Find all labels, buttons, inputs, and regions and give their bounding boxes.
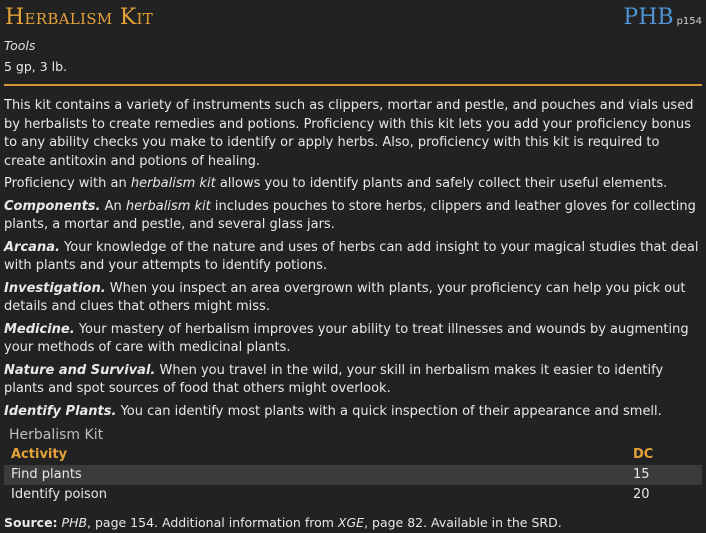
entry-name: Medicine. <box>4 321 75 337</box>
source-text-mid: , page 154. Additional information from <box>87 515 338 530</box>
source-footer: Source: PHB, page 154. Additional inform… <box>4 514 702 533</box>
table-cell-dc: 15 <box>626 465 702 485</box>
source-label: Source: <box>4 515 58 530</box>
entry-name: Arcana. <box>4 239 60 255</box>
proficiency-text-post: allows you to identify plants and safely… <box>215 176 668 191</box>
entry-medicine: Medicine. Your mastery of herbalism impr… <box>4 321 702 358</box>
entry-text: When you inspect an area overgrown with … <box>4 280 686 315</box>
statblock-header: Herbalism Kit PHB p154 <box>4 0 702 37</box>
column-header-dc: DC <box>633 447 654 462</box>
entry-investigation: Investigation. When you inspect an area … <box>4 280 702 317</box>
table-cell-dc: 20 <box>633 487 650 502</box>
table-row: Identify poison 20 <box>4 485 702 505</box>
herbalism-kit-link[interactable]: herbalism kit <box>131 176 216 191</box>
item-title: Herbalism Kit <box>5 5 154 30</box>
item-description: This kit contains a variety of instrumen… <box>4 97 702 421</box>
activity-table: Activity DC Find plants 15 Identify pois… <box>4 445 702 505</box>
entry-text: You can identify most plants with a quic… <box>116 403 662 419</box>
intro-paragraph: This kit contains a variety of instrumen… <box>4 98 694 169</box>
table-header-row: Activity DC <box>4 445 702 465</box>
entry-arcana: Arcana. Your knowledge of the nature and… <box>4 239 702 276</box>
table-cell-activity: Find plants <box>4 465 626 485</box>
entry-name: Nature and Survival. <box>4 362 156 378</box>
source-abbr[interactable]: PHB <box>623 5 673 30</box>
table-cell-activity: Identify poison <box>11 487 107 502</box>
herbalism-kit-link[interactable]: herbalism kit <box>126 199 211 214</box>
item-type: Tools <box>4 38 36 53</box>
entry-nature-survival: Nature and Survival. When you travel in … <box>4 362 702 399</box>
header-divider <box>4 84 702 86</box>
entry-identify-plants: Identify Plants. You can identify most p… <box>4 403 702 422</box>
entry-components: Components. An herbalism kit includes po… <box>4 198 702 235</box>
entry-text: Your knowledge of the nature and uses of… <box>4 239 699 274</box>
item-statblock: Herbalism Kit PHB p154 Tools 5 gp, 3 lb. … <box>4 0 702 533</box>
proficiency-paragraph: Proficiency with an herbalism kit allows… <box>4 175 702 194</box>
source-book-phb[interactable]: PHB <box>62 515 88 530</box>
table-caption: Herbalism Kit <box>9 427 104 443</box>
entry-name: Investigation. <box>4 280 106 296</box>
source-text-end: , page 82. Available in the SRD. <box>364 515 562 530</box>
entry-text: Your mastery of herbalism improves your … <box>4 321 689 356</box>
entry-name: Identify Plants. <box>4 403 117 419</box>
source-book-xge[interactable]: XGE <box>338 515 364 530</box>
source-badge[interactable]: PHB p154 <box>623 4 702 32</box>
table-row: Find plants 15 <box>4 465 702 485</box>
item-cost-weight: 5 gp, 3 lb. <box>4 59 68 74</box>
source-page: p154 <box>676 16 702 27</box>
proficiency-text-pre: Proficiency with an <box>4 176 131 191</box>
column-header-activity: Activity <box>11 447 68 462</box>
entry-name: Components. <box>4 198 101 214</box>
entry-text-pre: An <box>100 198 126 214</box>
